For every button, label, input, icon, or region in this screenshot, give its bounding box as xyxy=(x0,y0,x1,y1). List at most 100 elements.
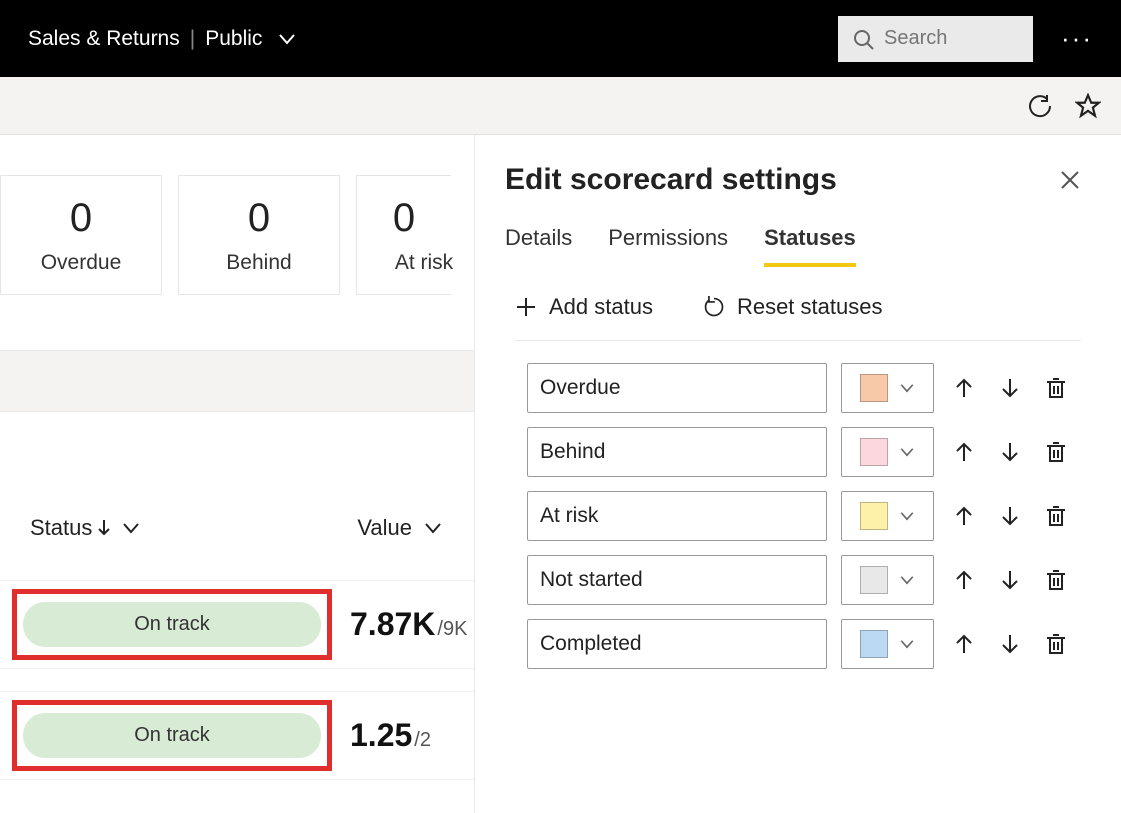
status-color-dropdown[interactable] xyxy=(841,363,934,413)
more-menu[interactable]: ··· xyxy=(1061,23,1093,54)
status-actions: Add status Reset statuses xyxy=(515,294,1081,341)
tab-permissions[interactable]: Permissions xyxy=(608,225,728,267)
search-box[interactable] xyxy=(838,16,1033,62)
status-row: Behind xyxy=(527,427,1081,477)
value-main: 7.87K xyxy=(350,606,435,643)
chevron-down-icon xyxy=(898,379,916,397)
color-swatch xyxy=(860,502,888,530)
star-icon[interactable] xyxy=(1075,93,1101,119)
status-name-input[interactable]: Overdue xyxy=(527,363,827,413)
status-name-input[interactable]: Behind xyxy=(527,427,827,477)
app-header: Sales & Returns | Public ··· xyxy=(0,0,1121,77)
status-name-input[interactable]: Completed xyxy=(527,619,827,669)
status-row: Not started xyxy=(527,555,1081,605)
delete-button[interactable] xyxy=(1040,564,1072,596)
card-at-risk[interactable]: 0 At risk xyxy=(356,175,451,295)
move-up-button[interactable] xyxy=(948,436,980,468)
value-target: /2 xyxy=(414,729,431,752)
value-target: /9K xyxy=(437,618,467,641)
status-pill-label: On track xyxy=(134,724,210,747)
move-down-button[interactable] xyxy=(994,500,1026,532)
move-up-button[interactable] xyxy=(948,500,980,532)
add-status-label: Add status xyxy=(549,294,653,320)
status-pill[interactable]: On track xyxy=(23,713,321,758)
chevron-down-icon xyxy=(898,443,916,461)
column-value-label: Value xyxy=(357,515,412,541)
add-status-button[interactable]: Add status xyxy=(515,294,653,320)
status-row: At risk xyxy=(527,491,1081,541)
app-visibility[interactable]: Public xyxy=(205,27,262,51)
column-value[interactable]: Value xyxy=(357,515,444,541)
chevron-down-icon xyxy=(898,571,916,589)
toolbar xyxy=(0,77,1121,135)
card-label: Behind xyxy=(226,251,291,275)
chevron-down-icon[interactable] xyxy=(120,517,142,539)
table-row[interactable]: On track 7.87K /9K xyxy=(0,580,474,669)
table-header: Status Value xyxy=(0,515,474,541)
move-down-button[interactable] xyxy=(994,564,1026,596)
card-overdue[interactable]: 0 Overdue xyxy=(0,175,162,295)
column-status[interactable]: Status xyxy=(30,515,142,541)
plus-icon xyxy=(515,296,537,318)
status-pill[interactable]: On track xyxy=(23,602,321,647)
status-color-dropdown[interactable] xyxy=(841,619,934,669)
reset-statuses-button[interactable]: Reset statuses xyxy=(703,294,883,320)
status-pill-label: On track xyxy=(134,613,210,636)
status-row: Completed xyxy=(527,619,1081,669)
close-button[interactable] xyxy=(1059,169,1081,191)
delete-button[interactable] xyxy=(1040,436,1072,468)
status-name-input[interactable]: At risk xyxy=(527,491,827,541)
app-title: Sales & Returns | Public xyxy=(28,27,298,51)
chevron-down-icon xyxy=(898,635,916,653)
search-input[interactable] xyxy=(884,27,1019,50)
color-swatch xyxy=(860,438,888,466)
chevron-down-icon xyxy=(898,507,916,525)
card-value: 0 xyxy=(393,196,415,241)
refresh-icon[interactable] xyxy=(1027,93,1053,119)
move-up-button[interactable] xyxy=(948,564,980,596)
highlight-box: On track xyxy=(12,589,332,660)
status-color-dropdown[interactable] xyxy=(841,427,934,477)
status-color-dropdown[interactable] xyxy=(841,491,934,541)
move-down-button[interactable] xyxy=(994,372,1026,404)
tab-details[interactable]: Details xyxy=(505,225,572,267)
highlight-box: On track xyxy=(12,700,332,771)
color-swatch xyxy=(860,630,888,658)
tab-statuses[interactable]: Statuses xyxy=(764,225,856,267)
move-down-button[interactable] xyxy=(994,436,1026,468)
delete-button[interactable] xyxy=(1040,628,1072,660)
color-swatch xyxy=(860,374,888,402)
settings-tabs: Details Permissions Statuses xyxy=(505,225,1081,268)
value-main: 1.25 xyxy=(350,717,412,754)
settings-panel: Edit scorecard settings Details Permissi… xyxy=(475,135,1121,813)
row-value: 7.87K /9K xyxy=(350,606,467,643)
title-divider: | xyxy=(190,27,195,51)
delete-button[interactable] xyxy=(1040,500,1072,532)
app-name: Sales & Returns xyxy=(28,27,180,51)
reset-statuses-label: Reset statuses xyxy=(737,294,883,320)
filter-bar xyxy=(0,350,474,412)
card-value: 0 xyxy=(248,196,270,241)
chevron-down-icon[interactable] xyxy=(276,28,298,50)
panel-title: Edit scorecard settings xyxy=(505,163,837,197)
summary-cards: 0 Overdue 0 Behind 0 At risk xyxy=(0,135,474,295)
scorecard-area: 0 Overdue 0 Behind 0 At risk Status Valu… xyxy=(0,135,475,813)
table-row[interactable]: On track 1.25 /2 xyxy=(0,691,474,780)
card-value: 0 xyxy=(70,196,92,241)
card-label: At risk xyxy=(395,251,453,275)
color-swatch xyxy=(860,566,888,594)
sort-down-icon xyxy=(98,520,110,536)
move-up-button xyxy=(948,372,980,404)
delete-button[interactable] xyxy=(1040,372,1072,404)
row-value: 1.25 /2 xyxy=(350,717,431,754)
reset-icon xyxy=(703,296,725,318)
card-behind[interactable]: 0 Behind xyxy=(178,175,340,295)
move-up-button[interactable] xyxy=(948,628,980,660)
search-icon xyxy=(852,28,874,50)
status-list: Overdue Behind At risk Not started Completed xyxy=(527,363,1081,669)
move-down-button xyxy=(994,628,1026,660)
chevron-down-icon[interactable] xyxy=(422,517,444,539)
status-row: Overdue xyxy=(527,363,1081,413)
status-color-dropdown[interactable] xyxy=(841,555,934,605)
status-name-input[interactable]: Not started xyxy=(527,555,827,605)
